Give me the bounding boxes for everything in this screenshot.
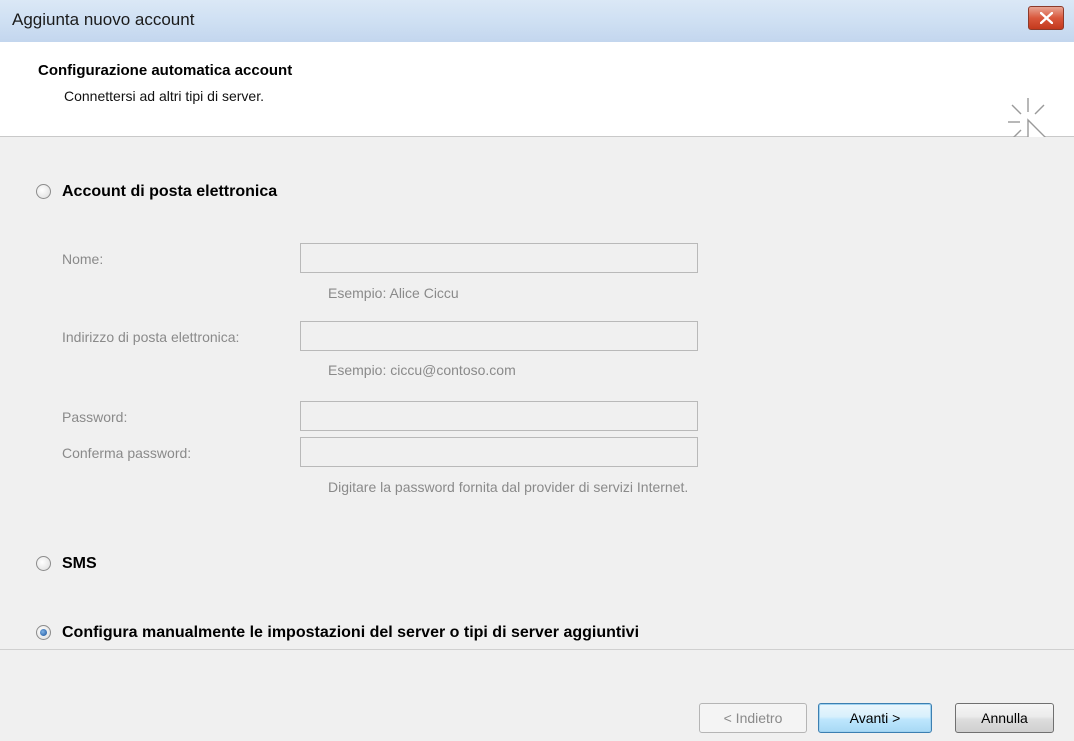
next-button[interactable]: Avanti > — [818, 703, 932, 733]
password-field[interactable] — [300, 401, 698, 431]
email-field[interactable] — [300, 321, 698, 351]
radio-manual-config-label[interactable]: Configura manualmente le impostazioni de… — [62, 624, 639, 642]
radio-manual-config[interactable] — [36, 625, 51, 640]
wizard-footer: < Indietro Avanti > Annulla — [0, 649, 1074, 741]
password-hint: Digitare la password fornita dal provide… — [328, 479, 689, 495]
close-icon — [1040, 12, 1053, 24]
email-hint: Esempio: ciccu@contoso.com — [328, 362, 516, 378]
wizard-content: Account di posta elettronica Nome: Esemp… — [0, 137, 1074, 649]
radio-email-account-label[interactable]: Account di posta elettronica — [62, 183, 277, 201]
window-title: Aggiunta nuovo account — [12, 10, 195, 29]
back-button[interactable]: < Indietro — [699, 703, 807, 733]
wizard-header: Configurazione automatica account Connet… — [0, 42, 1074, 169]
email-label: Indirizzo di posta elettronica: — [62, 329, 240, 345]
name-field[interactable] — [300, 243, 698, 273]
close-button[interactable] — [1028, 6, 1064, 30]
name-hint: Esempio: Alice Ciccu — [328, 285, 459, 301]
radio-email-account[interactable] — [36, 184, 51, 199]
page-title: Configurazione automatica account — [38, 62, 293, 79]
password-label: Password: — [62, 409, 128, 425]
confirm-password-label: Conferma password: — [62, 445, 192, 461]
cancel-button[interactable]: Annulla — [955, 703, 1054, 733]
radio-sms-label[interactable]: SMS — [62, 555, 97, 573]
confirm-password-field[interactable] — [300, 437, 698, 467]
radio-sms[interactable] — [36, 556, 51, 571]
name-label: Nome: — [62, 251, 104, 267]
add-account-dialog: Aggiunta nuovo account Configurazione au… — [0, 0, 1074, 741]
title-bar[interactable]: Aggiunta nuovo account — [0, 0, 1074, 42]
page-subtitle: Connettersi ad altri tipi di server. — [64, 88, 264, 104]
